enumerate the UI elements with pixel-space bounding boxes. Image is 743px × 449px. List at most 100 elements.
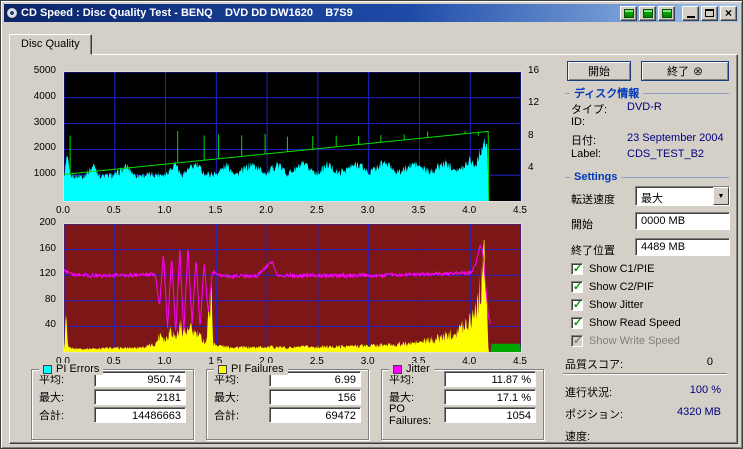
legend-pi-errors-title: PI Errors (39, 363, 103, 375)
transfer-speed-label: 転送速度 (571, 191, 615, 207)
axis-tick: 4.5 (513, 356, 527, 367)
jitter-chart-left-axis: 4080120160200 (10, 223, 60, 353)
close-icon: × (725, 7, 732, 19)
max-label: 最大: (39, 389, 94, 405)
position-label: ポジション: (565, 406, 623, 422)
save-icon (662, 9, 672, 18)
disc-icon (643, 9, 653, 18)
jitter-max-value: 17.1 % (444, 389, 536, 405)
disc-info-header: ディスク情報 (565, 85, 729, 101)
jitter-avg-value: 11.87 % (444, 371, 536, 387)
maximize-icon (705, 9, 714, 17)
disc-date-label: 日付: (571, 132, 596, 148)
dropdown-button[interactable]: ▼ (713, 187, 729, 205)
checkbox-show-read-speed[interactable]: Show Read Speed (571, 315, 681, 331)
checkbox-show-jitter[interactable]: Show Jitter (571, 297, 643, 313)
checkbox-box (571, 299, 583, 311)
legend-jitter-title: Jitter (389, 363, 434, 375)
axis-tick: 3000 (34, 117, 56, 128)
close-button[interactable]: × (720, 6, 737, 21)
checkbox-label: Show Jitter (589, 299, 643, 311)
total-label: 合計: (214, 407, 269, 423)
quality-score-value: 0 (707, 356, 713, 368)
settings-header: Settings (565, 171, 729, 183)
app-icon (6, 7, 18, 19)
max-label: 最大: (214, 389, 269, 405)
end-position-label: 終了位置 (571, 242, 615, 258)
disc-label-label: Label: (571, 148, 601, 160)
transfer-speed-select[interactable]: 最大 ▼ (635, 186, 730, 206)
axis-tick: 0.0 (56, 205, 70, 216)
pi-errors-total-value: 14486663 (94, 407, 186, 423)
pi-errors-color-swatch (43, 365, 52, 374)
jitter-pif-chart (63, 223, 522, 353)
legend-pi-errors: PI Errors 平均:950.74 最大:2181 合計:14486663 (31, 369, 194, 440)
titlebar-tool-save-button[interactable] (658, 6, 675, 21)
start-test-button[interactable]: 開始 (567, 61, 631, 81)
panel-separator (563, 373, 727, 375)
legend-jitter: Jitter 平均:11.87 % 最大:17.1 % PO Failures:… (381, 369, 544, 440)
axis-tick: 1.5 (208, 205, 222, 216)
pie-chart-right-axis: 481216 (524, 71, 552, 202)
axis-tick: 160 (39, 243, 56, 254)
checkbox-box (571, 335, 583, 347)
disc-label-value: CDS_TEST_B2 (627, 148, 704, 160)
axis-tick: 0.5 (107, 205, 121, 216)
axis-tick: 1000 (34, 168, 56, 179)
minimize-button[interactable] (682, 6, 699, 21)
checkbox-show-c2-pif[interactable]: Show C2/PIF (571, 279, 654, 295)
po-failures-label: PO Failures: (389, 403, 444, 427)
legend-title-text: PI Failures (231, 363, 284, 375)
axis-tick: 2.5 (310, 205, 324, 216)
exit-button[interactable]: 終了 ⊗ (641, 61, 729, 81)
axis-tick: 3.0 (361, 205, 375, 216)
app-window: CD Speed : Disc Quality Test - BENQ DVD … (0, 0, 743, 449)
titlebar-tool-disc-button[interactable] (639, 6, 656, 21)
legend-title-text: PI Errors (56, 363, 99, 375)
axis-tick: 2000 (34, 142, 56, 153)
exit-button-label: 終了 (667, 63, 689, 79)
exit-circle-x-icon: ⊗ (693, 65, 703, 77)
pi-failures-max-value: 156 (269, 389, 361, 405)
titlebar: CD Speed : Disc Quality Test - BENQ DVD … (4, 4, 739, 22)
checkbox-label: Show C1/PIE (589, 263, 654, 275)
legend-pi-failures: PI Failures 平均:6.99 最大:156 合計:69472 (206, 369, 369, 440)
jitter-color-swatch (393, 365, 402, 374)
axis-tick: 4000 (34, 91, 56, 102)
tab-disc-quality[interactable]: Disc Quality (9, 34, 92, 55)
total-label: 合計: (39, 407, 94, 423)
start-position-label: 開始 (571, 216, 593, 232)
jitter-chart-x-axis: 0.00.51.01.52.02.53.03.54.04.5 (63, 356, 523, 368)
axis-tick: 3.5 (411, 205, 425, 216)
end-position-field[interactable]: 4489 MB (635, 238, 730, 256)
checkbox-show-write-speed: Show Write Speed (571, 333, 680, 349)
checkbox-show-c1-pie[interactable]: Show C1/PIE (571, 261, 654, 277)
disc-id-label: ID: (571, 116, 585, 128)
start-position-field[interactable]: 0000 MB (635, 212, 730, 230)
axis-tick: 200 (39, 217, 56, 228)
axis-tick: 40 (45, 319, 56, 330)
axis-tick: 1.0 (158, 205, 172, 216)
axis-tick: 4.0 (462, 205, 476, 216)
pie-chart-left-axis: 10002000300040005000 (10, 71, 60, 202)
axis-tick: 5000 (34, 65, 56, 76)
titlebar-tool-chart-button[interactable] (620, 6, 637, 21)
legend-pi-failures-title: PI Failures (214, 363, 288, 375)
axis-tick: 2.5 (310, 356, 324, 367)
checkbox-box (571, 263, 583, 275)
pi-failures-color-swatch (218, 365, 227, 374)
tab-page: 10002000300040005000 481216 0.00.51.01.5… (9, 54, 738, 444)
maximize-button[interactable] (701, 6, 718, 21)
position-value: 4320 MB (677, 406, 721, 418)
axis-tick: 2.0 (259, 205, 273, 216)
checkbox-label: Show Write Speed (589, 335, 680, 347)
legend-title-text: Jitter (406, 363, 430, 375)
transfer-speed-value: 最大 (636, 187, 713, 205)
pie-chart-x-axis: 0.00.51.01.52.02.53.03.54.04.5 (63, 205, 523, 217)
disc-type-value: DVD-R (627, 101, 662, 113)
pi-errors-avg-value: 950.74 (94, 371, 186, 387)
checkbox-box (571, 317, 583, 329)
disc-type-label: タイプ: (571, 101, 607, 117)
axis-tick: 3.0 (361, 356, 375, 367)
pi-errors-max-value: 2181 (94, 389, 186, 405)
